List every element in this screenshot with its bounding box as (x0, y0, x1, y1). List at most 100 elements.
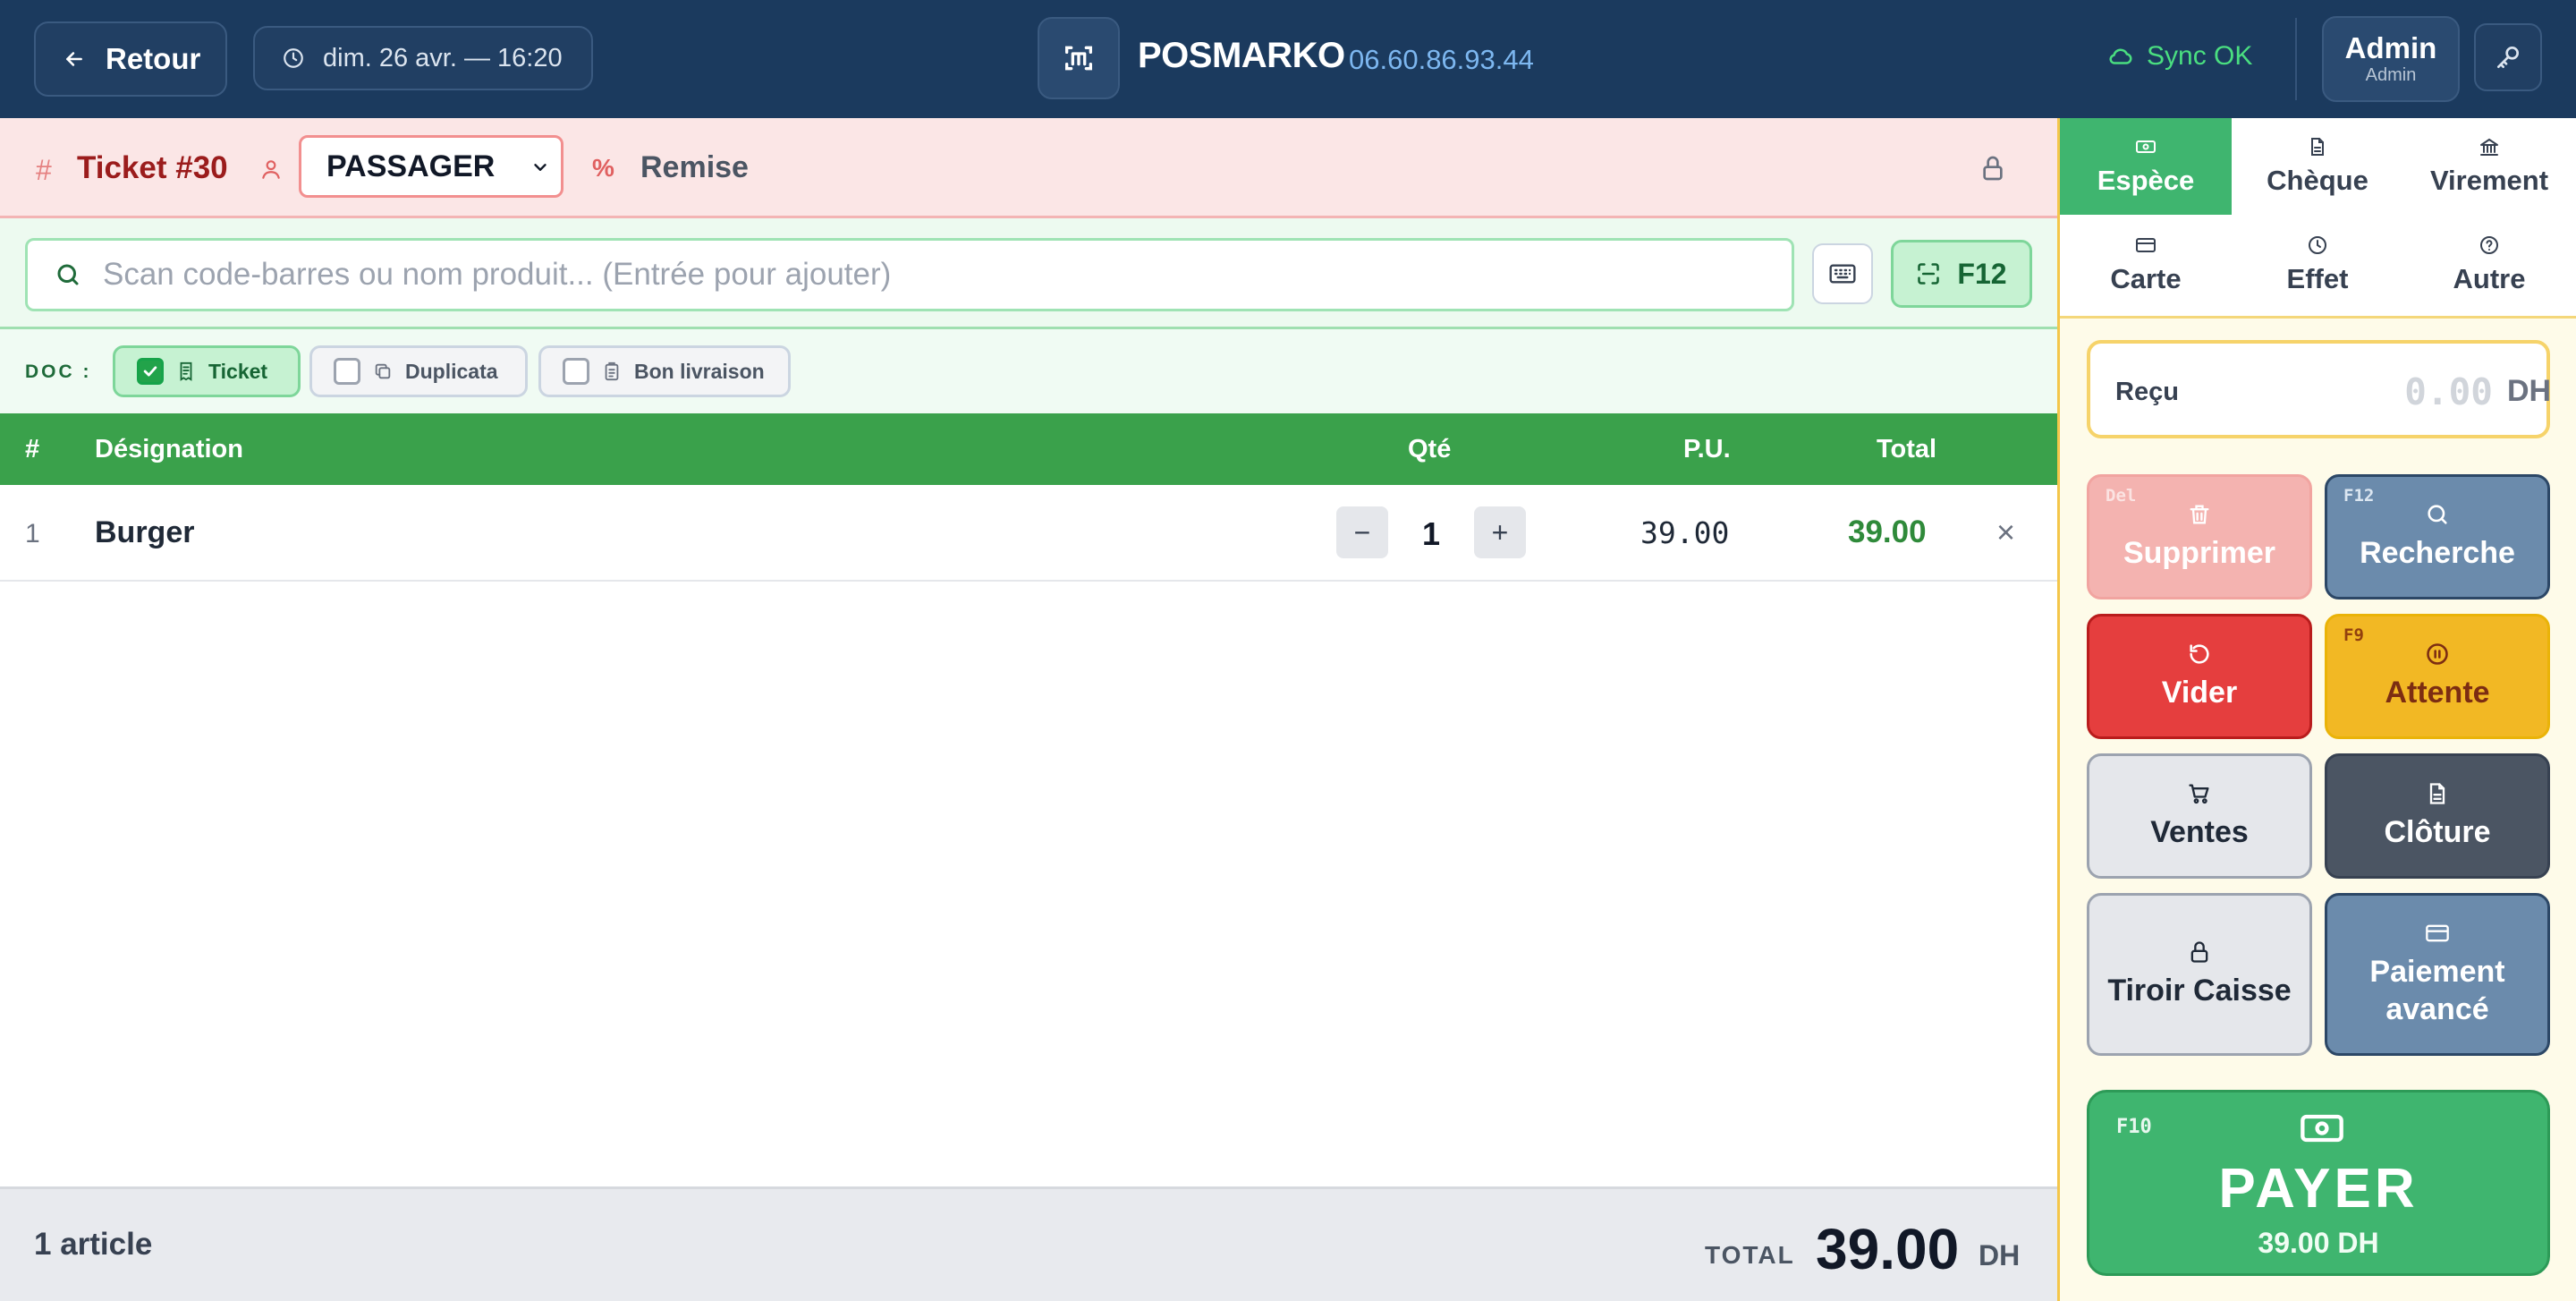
qty-increase-button[interactable]: + (1474, 506, 1526, 558)
tab-label: Effet (2286, 263, 2349, 294)
hold-button[interactable]: F9 Attente (2325, 614, 2550, 739)
doc-option-label: Ticket (208, 359, 268, 383)
col-designation: Désignation (95, 435, 243, 463)
received-amount-field[interactable]: Reçu 0.00 DH (2087, 340, 2552, 438)
sales-button[interactable]: Ventes (2087, 753, 2312, 879)
copy-icon (375, 363, 391, 379)
closing-button[interactable]: Clôture (2325, 753, 2550, 879)
key-button[interactable] (2474, 23, 2542, 91)
row-qty: 1 (1421, 515, 1441, 552)
keyboard-button[interactable] (1812, 243, 1873, 304)
sync-status: Sync OK (2107, 41, 2252, 72)
search-product-button[interactable]: F12 Recherche (2325, 474, 2550, 599)
scan-button[interactable]: F12 (1891, 240, 2032, 308)
clear-label: Vider (2161, 675, 2238, 710)
tab-carte[interactable]: Carte (2060, 217, 2232, 313)
scan-key-label: F12 (1957, 257, 2007, 290)
row-designation: Burger (95, 515, 195, 549)
scan-icon (1918, 263, 1940, 285)
key-icon (2497, 46, 2519, 68)
tab-label: Autre (2453, 263, 2526, 294)
person-icon (262, 160, 280, 179)
top-header: Retour dim. 26 avr. — 16:20 POSMARKO 06.… (0, 0, 2576, 118)
hash-icon: # (36, 154, 52, 186)
total-value: 39.00 (1816, 1217, 1960, 1281)
brand-logo (1038, 17, 1120, 99)
cash-drawer-button[interactable]: Tiroir Caisse (2087, 893, 2312, 1056)
tab-label: Virement (2429, 165, 2549, 196)
user-role: Admin (2365, 64, 2417, 85)
total-label: TOTAL (1705, 1241, 1795, 1269)
payment-methods: Espèce Chèque Virement Carte Effet Autre (2060, 118, 2576, 319)
search-label: Recherche (2360, 535, 2515, 570)
row-total: 39.00 (1848, 514, 1927, 549)
checkbox-unchecked[interactable] (334, 358, 360, 385)
tab-label: Espèce (2097, 165, 2195, 196)
ticket-bar: # Ticket #30 PASSAGER % Remise (0, 118, 2057, 218)
received-currency: DH (2507, 374, 2552, 408)
doc-label: DOC : (25, 361, 92, 382)
doc-option-bon-livraison[interactable]: Bon livraison (538, 345, 791, 397)
question-icon (2480, 236, 2498, 254)
hold-label: Attente (2385, 675, 2490, 710)
tab-espece[interactable]: Espèce (2060, 118, 2232, 215)
doc-option-ticket[interactable]: Ticket (113, 345, 301, 397)
totals-footer: 1 article TOTAL 39.00 DH (0, 1186, 2057, 1301)
card-icon (2426, 924, 2449, 941)
document-icon (2429, 783, 2445, 804)
user-menu[interactable]: Admin Admin (2322, 16, 2460, 102)
delete-button[interactable]: Del Supprimer (2087, 474, 2312, 599)
back-button[interactable]: Retour (34, 21, 227, 97)
advanced-payment-button[interactable]: Paiement avancé (2325, 893, 2550, 1056)
brand-phone: 06.60.86.93.44 (1349, 44, 1534, 75)
received-value[interactable]: 0.00 (2351, 370, 2493, 413)
document-icon (2311, 138, 2324, 156)
received-label: Reçu (2115, 378, 2179, 406)
qty-decrease-button[interactable]: − (1336, 506, 1388, 558)
row-number: 1 (25, 519, 40, 548)
chevron-down-icon (534, 164, 547, 171)
clear-button[interactable]: Vider (2087, 614, 2312, 739)
discount-button[interactable]: Remise (640, 150, 749, 185)
doc-option-label: Duplicata (405, 359, 498, 383)
table-header: # Désignation Qté P.U. Total (0, 413, 2057, 485)
search-icon (2428, 505, 2447, 524)
delete-label: Supprimer (2123, 535, 2276, 570)
tab-cheque[interactable]: Chèque (2232, 118, 2403, 215)
col-num: # (25, 435, 40, 463)
clock-icon (284, 48, 303, 68)
row-unit-price: 39.00 (1640, 515, 1730, 550)
clipboard-icon (605, 361, 619, 381)
client-select[interactable]: PASSAGER (299, 135, 564, 198)
banknote-icon (2301, 1114, 2343, 1143)
remove-row-button[interactable]: × (1996, 514, 2015, 551)
brand-name: POSMARKO (1138, 36, 1345, 75)
trash-icon (2190, 505, 2209, 524)
pay-amount: 39.00 DH (2258, 1227, 2379, 1259)
datetime-text: dim. 26 avr. — 16:20 (323, 43, 563, 72)
cash-drawer-label: Tiroir Caisse (2107, 973, 2292, 1008)
tab-effet[interactable]: Effet (2232, 217, 2403, 313)
clock-icon (2309, 236, 2326, 254)
doc-option-duplicata[interactable]: Duplicata (309, 345, 528, 397)
pay-key: F10 (2116, 1116, 2152, 1138)
checkbox-checked[interactable] (137, 358, 164, 385)
refresh-icon (2190, 644, 2209, 664)
tab-virement[interactable]: Virement (2403, 118, 2575, 215)
pay-button[interactable]: F10 PAYER 39.00 DH (2087, 1090, 2550, 1276)
search-input[interactable] (103, 257, 1792, 293)
tab-label: Carte (2110, 263, 2182, 294)
search-box (25, 238, 1794, 311)
table-row[interactable]: 1 Burger − 1 + 39.00 39.00 × (0, 485, 2057, 582)
keyboard-icon (1829, 264, 1856, 284)
checkbox-unchecked[interactable] (563, 358, 589, 385)
pause-icon (2427, 642, 2448, 665)
closing-label: Clôture (2384, 814, 2491, 849)
lock-icon[interactable] (1979, 154, 2007, 183)
col-pu: P.U. (1683, 435, 1731, 463)
advanced-payment-label: Paiement avancé (2369, 954, 2505, 1027)
card-icon (2136, 238, 2156, 252)
hold-key: F9 (2343, 625, 2364, 645)
percent-icon: % (592, 154, 614, 182)
tab-autre[interactable]: Autre (2403, 217, 2575, 313)
